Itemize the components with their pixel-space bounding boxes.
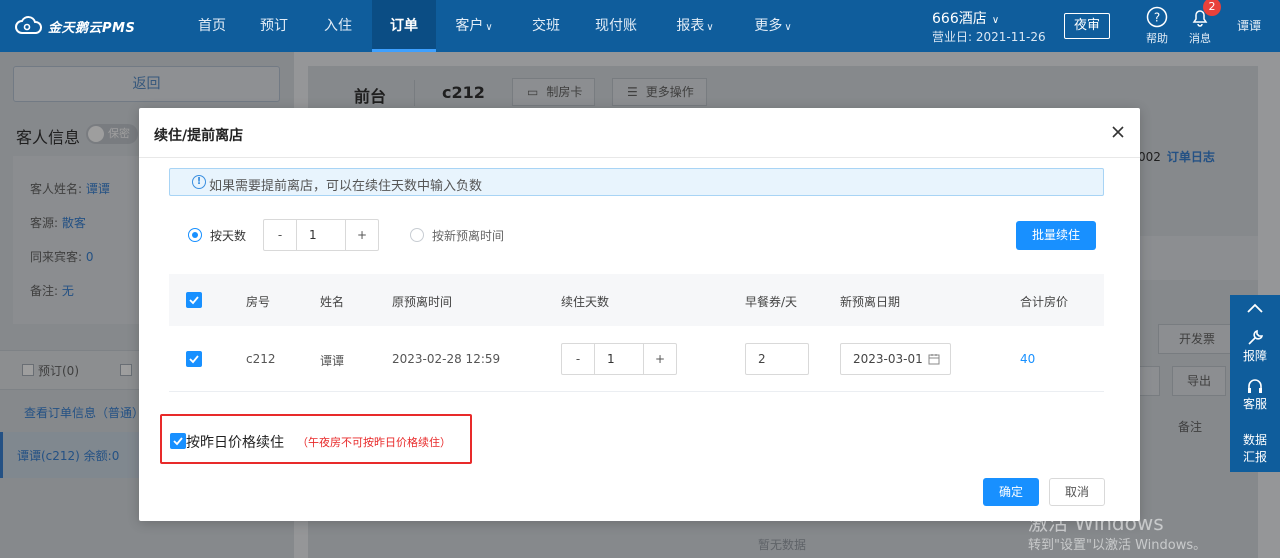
col-breakfast: 早餐券/天 [745,295,798,309]
business-day: 营业日: 2021-11-26 [932,30,1046,44]
hotel-selector[interactable]: 666酒店 ∨ [932,8,999,28]
cell-name: 谭谭 [320,354,345,368]
data-report-button[interactable]: 数据 汇报 [1230,431,1280,465]
nav-checkin[interactable]: 入住 [312,0,364,52]
row-divider [169,391,1104,392]
windows-watermark-title: 激活 Windows [1028,511,1164,535]
question-circle-icon: ? [1146,6,1168,28]
nav-more[interactable]: 更多 ∨ [742,0,804,52]
svg-text:?: ? [1154,11,1160,25]
radio-by-days-label[interactable]: 按天数 [210,227,246,244]
info-icon: ! [192,175,206,189]
floating-sidebar: 报障 客服 数据 汇报 [1230,295,1280,472]
brand-logo[interactable]: 金天鹅云PMS [14,14,135,38]
headset-icon [1248,379,1262,393]
col-room: 房号 [246,295,271,309]
close-button[interactable] [1108,122,1128,142]
nav-home[interactable]: 首页 [186,0,238,52]
customer-service-button[interactable]: 客服 [1230,377,1280,412]
breakfast-input[interactable]: 2 [745,343,809,375]
windows-watermark-subtitle: 转到"设置"以激活 Windows。 [1028,538,1207,553]
col-name: 姓名 [320,295,345,309]
chevron-down-icon: ∨ [784,22,792,33]
yesterday-price-note: （午夜房不可按昨日价格续住） [297,436,451,449]
chevron-down-icon: ∨ [988,15,1000,26]
row-checkbox[interactable] [186,351,202,367]
row-days-input[interactable]: 1 [594,344,644,374]
yesterday-price-label[interactable]: 按昨日价格续住 [186,432,284,452]
check-icon [189,355,199,364]
dialog-divider [139,157,1140,158]
new-departure-date-picker[interactable]: 2023-03-01 [840,343,951,375]
chevron-down-icon: ∨ [706,22,714,33]
yesterday-price-checkbox[interactable] [170,433,186,449]
nav-orders[interactable]: 订单 [372,0,436,52]
days-input[interactable]: 1 [296,220,346,250]
nav-cash-account[interactable]: 现付账 [584,0,648,52]
radio-by-days[interactable] [188,228,202,242]
cell-room: c212 [246,352,276,366]
top-navbar: 金天鹅云PMS 首页 预订 入住 订单 客户 ∨ 交班 现付账 报表 ∨ 更多 ∨ 6… [0,0,1280,52]
chevron-up-icon [1247,303,1263,313]
radio-by-new-time-label[interactable]: 按新预离时间 [432,227,504,244]
confirm-button[interactable]: 确定 [983,478,1039,506]
col-new-departure: 新预离日期 [840,295,901,309]
extend-stay-dialog: 续住/提前离店 ! 如果需要提前离店，可以在续住天数中输入负数 按天数 - 1 … [139,108,1140,521]
row-days-stepper: - 1 + [561,343,677,375]
night-audit-button[interactable]: 夜审 [1064,13,1110,39]
cell-total-price[interactable]: 40 [1020,352,1035,366]
message-count-badge: 2 [1203,0,1221,16]
chevron-down-icon: ∨ [485,22,493,33]
calendar-icon [928,354,940,365]
radio-by-new-time[interactable] [410,228,424,242]
days-decrement-button[interactable]: - [264,220,296,250]
cloud-logo-icon [15,16,42,34]
info-alert: ! 如果需要提前离店，可以在续住天数中输入负数 [169,168,1104,196]
row-days-increment-button[interactable]: + [644,344,676,374]
nav-booking[interactable]: 预订 [248,0,300,52]
row-days-decrement-button[interactable]: - [562,344,594,374]
help-button[interactable]: ? 帮助 [1139,6,1175,46]
brand-name: 金天鹅云PMS [48,20,136,36]
cancel-button[interactable]: 取消 [1049,478,1105,506]
nav-shift[interactable]: 交班 [520,0,572,52]
dialog-title: 续住/提前离店 [154,128,244,144]
select-all-checkbox[interactable] [186,292,202,308]
nav-reports[interactable]: 报表 ∨ [664,0,726,52]
col-orig-departure: 原预离时间 [392,295,453,309]
col-extend-days: 续住天数 [561,295,610,309]
messages-button[interactable]: 2 消息 [1182,0,1221,46]
days-increment-button[interactable]: + [346,220,378,250]
report-issue-button[interactable]: 报障 [1230,329,1280,364]
check-icon [189,296,199,305]
cell-orig-departure: 2023-02-28 12:59 [392,352,501,366]
wrench-icon [1248,329,1264,345]
check-icon [173,437,183,446]
batch-extend-button[interactable]: 批量续住 [1016,221,1096,250]
nav-customers[interactable]: 客户 ∨ [444,0,504,52]
user-menu[interactable]: 谭谭 [1237,17,1261,34]
info-alert-text: 如果需要提前离店，可以在续住天数中输入负数 [209,179,483,194]
days-stepper: - 1 + [263,219,379,251]
close-icon [1112,126,1124,138]
col-total-price: 合计房价 [1020,295,1069,309]
scroll-top-button[interactable] [1230,301,1280,315]
table-header: 房号 姓名 原预离时间 续住天数 早餐券/天 新预离日期 合计房价 [169,274,1104,326]
